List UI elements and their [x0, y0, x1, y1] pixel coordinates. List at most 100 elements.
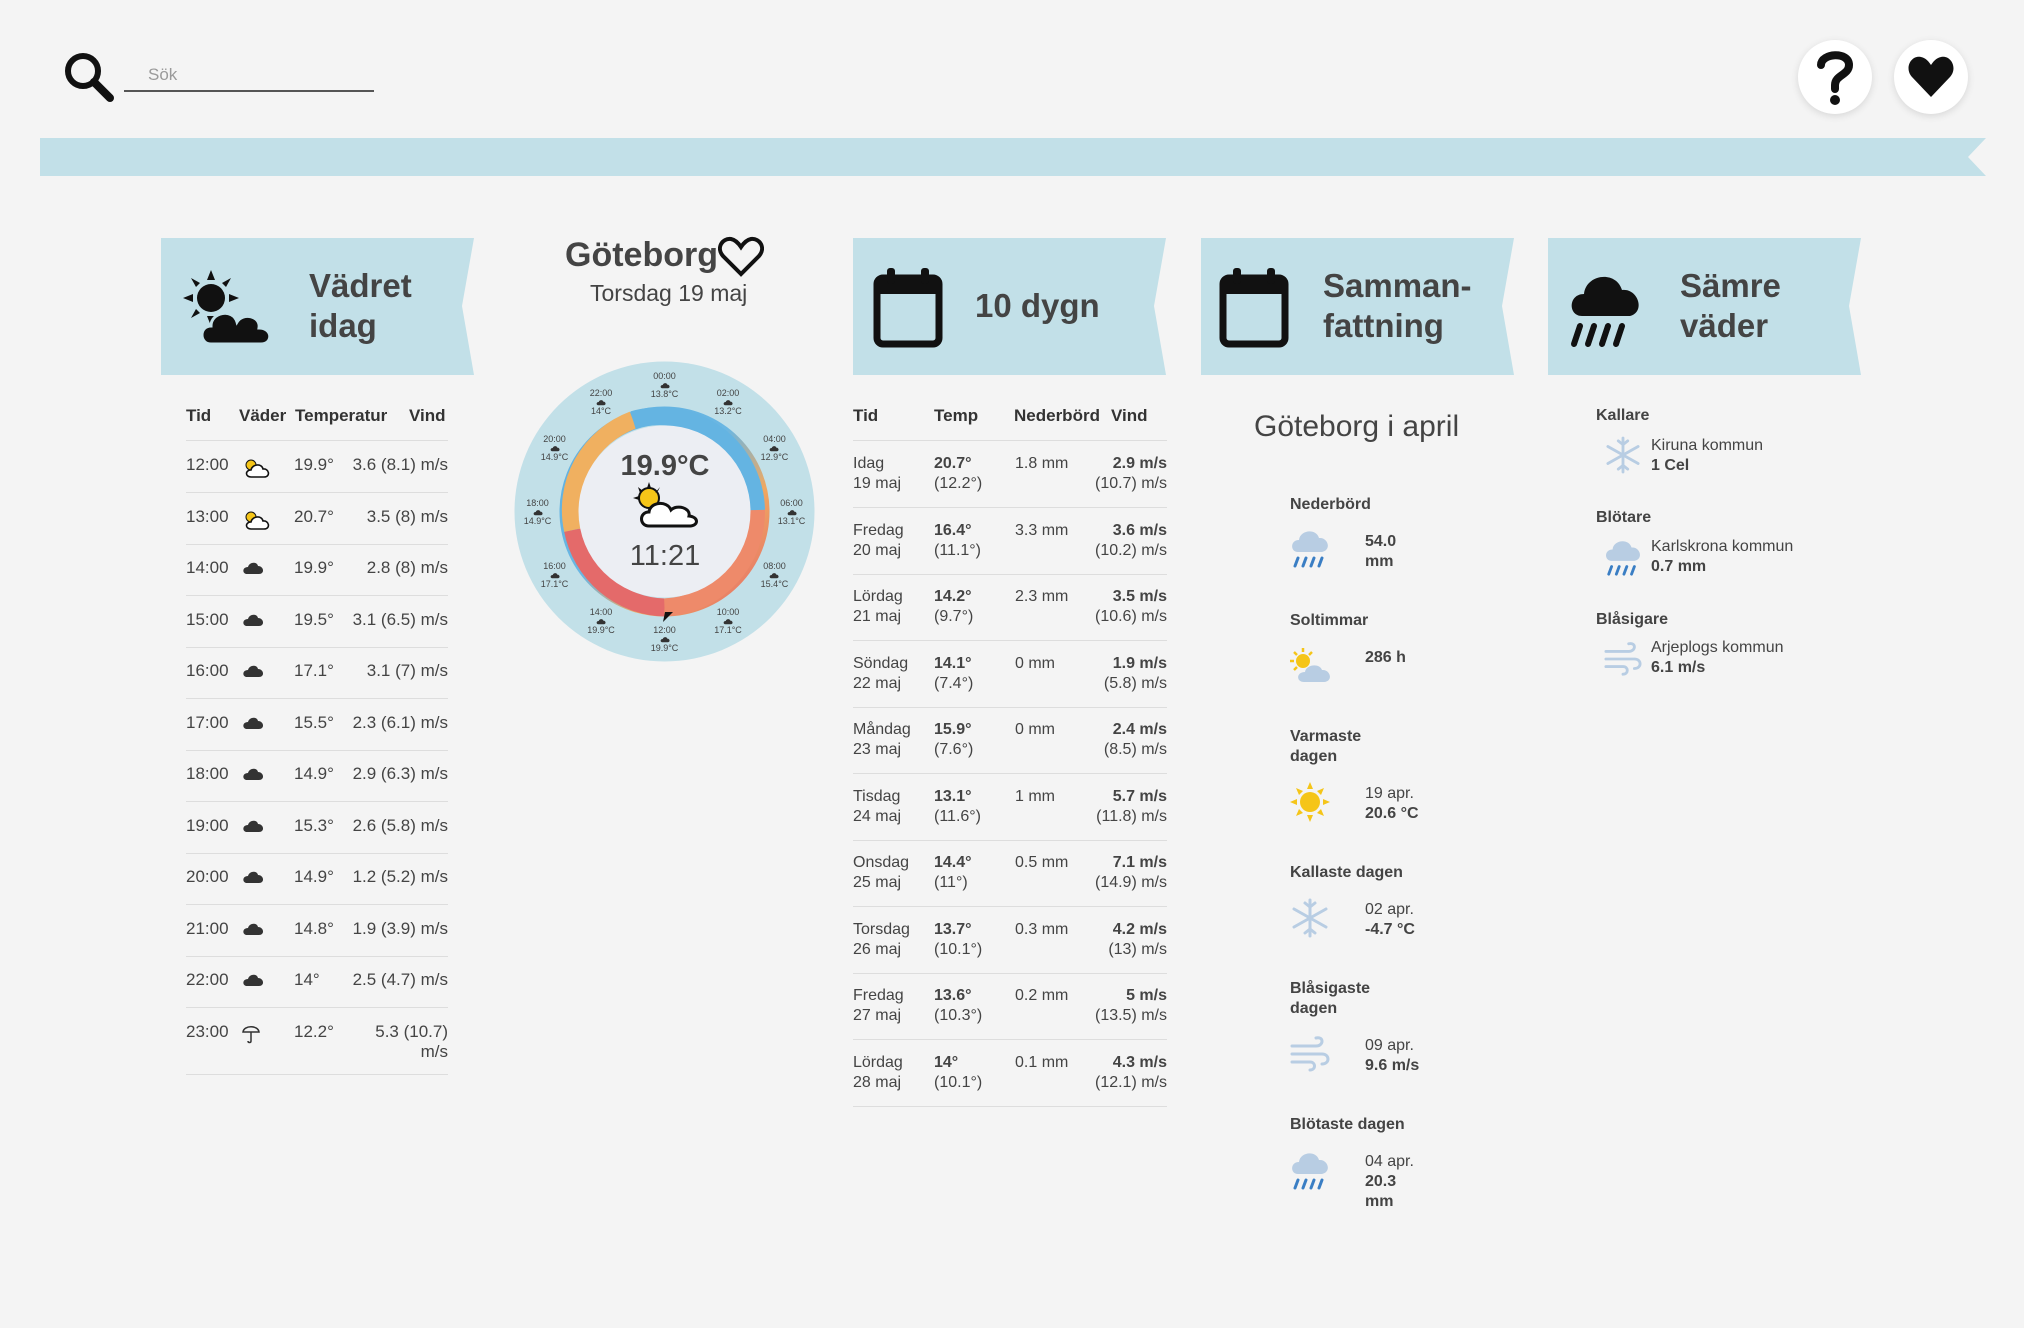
clock-hour-label: 12:00 19.9°C: [645, 625, 685, 653]
day-gust: (10.6) m/s: [1094, 608, 1167, 625]
day-gust: (13.5) m/s: [1094, 1007, 1167, 1024]
day-date: 25 maj: [853, 874, 902, 891]
row-time: 22:00: [186, 970, 229, 989]
day-precip: 0.3 mm: [1015, 920, 1069, 938]
day-date: 28 maj: [853, 1073, 902, 1091]
wettest-value: 20.3: [1365, 1173, 1397, 1190]
cloud-icon: [242, 972, 264, 992]
clock-hour-time: 16:00: [543, 561, 566, 571]
search-input[interactable]: [124, 60, 374, 92]
table-row: 18:00 14.9° 2.9 (6.3) m/s: [186, 750, 448, 802]
day-wind: 3.5 m/s: [1112, 588, 1167, 605]
day-temp: 14.2°: [934, 588, 972, 605]
search-icon[interactable]: [62, 50, 116, 104]
clock-hour-time: 20:00: [543, 434, 566, 444]
row-temp: 17.1°: [294, 661, 334, 680]
day-wind: 5.7 m/s: [1112, 787, 1167, 805]
table-row: 14:00 19.9° 2.8 (8) m/s: [186, 544, 448, 596]
worse-title-line1: Sämre: [1680, 267, 1781, 304]
row-time: 21:00: [186, 918, 229, 938]
ten-col-precip: Nederbörd: [1014, 406, 1100, 425]
day-row[interactable]: Fredag 27 maj 13.6° (10.3°) 0.2 mm 5 m/s (13.5…: [853, 973, 1167, 1040]
today-title-line1: Vädret: [309, 267, 412, 304]
wettest-label: Blötaste dagen: [1290, 1116, 1405, 1133]
help-button[interactable]: [1798, 40, 1872, 114]
day-wind: 1.9 m/s: [1112, 654, 1167, 672]
day-row[interactable]: Söndag 22 maj 14.1° (7.4°) 0 mm 1.9 m/s (5.8) …: [853, 641, 1167, 708]
day-row[interactable]: Fredag 20 maj 16.4° (11.1°) 3.3 mm 3.6 m/s (10…: [853, 508, 1167, 575]
partly-sunny-icon: [242, 457, 270, 484]
clock-hour-label: 06:00 13.1°C: [772, 498, 812, 526]
day-temp-min: (7.4°): [934, 674, 974, 692]
wettest-unit: mm: [1365, 1193, 1394, 1210]
city-name: Göteborg: [565, 236, 718, 274]
day-temp: 14.1°: [934, 654, 972, 672]
snowflake-icon: [1606, 436, 1640, 474]
day-precip: 1 mm: [1015, 787, 1055, 805]
clock-hour-temp: 14°C: [590, 405, 612, 416]
clock-hour-cloud-icon: [581, 398, 621, 406]
col-time: Tid: [186, 406, 212, 425]
day-temp-min: (10.1°): [934, 940, 983, 958]
favorites-button[interactable]: [1894, 40, 1968, 114]
day-name: Onsdag: [853, 854, 910, 871]
day-temp-min: (12.2°): [934, 475, 983, 492]
summary-title-line1: Samman-: [1323, 267, 1472, 304]
day-date: 21 maj: [853, 608, 902, 625]
rain-icon: [1606, 541, 1640, 576]
day-temp-min: (10.3°): [934, 1007, 983, 1024]
day-row[interactable]: Lördag 21 maj 14.2° (9.7°) 2.3 mm 3.5 m/s (10.…: [853, 574, 1167, 641]
rain-icon: [1292, 1153, 1328, 1190]
row-wind: 3.1 (7) m/s: [366, 661, 448, 680]
clock-hour-temp: 14.9°C: [540, 452, 569, 462]
partly-sunny-icon: [1290, 648, 1330, 682]
day-row[interactable]: Måndag 23 maj 15.9° (7.6°) 0 mm 2.4 m/s (8.5) …: [853, 707, 1167, 774]
worse-header: Sämre väder: [1548, 238, 1861, 375]
calendar-icon: [1219, 268, 1289, 348]
umbrella-icon: [242, 1024, 260, 1049]
favorite-city-heart-icon[interactable]: [718, 236, 764, 278]
cloud-icon: [242, 869, 264, 889]
row-time: 18:00: [186, 764, 229, 783]
clock-hour-cloud-icon: [581, 617, 621, 625]
day-name: Fredag: [853, 521, 904, 539]
day-row[interactable]: Idag 19 maj 20.7° (12.2°) 1.8 mm 2.9 m/s (10.7…: [853, 441, 1167, 508]
day-temp: 14.4°: [934, 854, 972, 871]
clock-hour-label: 02:00 13.2°C: [708, 388, 748, 416]
summary-heading: Göteborg i april: [1254, 410, 1460, 443]
day-precip: 2.3 mm: [1015, 588, 1069, 605]
row-wind: 2.6 (5.8) m/s: [352, 815, 448, 835]
ten-days-title: 10 dygn: [975, 287, 1100, 324]
day-name: Söndag: [853, 654, 909, 672]
ten-col-time: Tid: [853, 406, 879, 425]
day-row[interactable]: Onsdag 25 maj 14.4° (11°) 0.5 mm 7.1 m/s (14.9…: [853, 840, 1167, 907]
day-precip: 0 mm: [1015, 654, 1055, 672]
clock-hour-temp: 17.1°C: [714, 625, 742, 636]
table-row: 12:00 19.9° 3.6 (8.1) m/s: [186, 441, 448, 493]
day-wind: 5 m/s: [1126, 987, 1167, 1004]
clock-hour-time: 02:00: [716, 387, 740, 398]
col-wind: Vind: [409, 406, 446, 425]
warmest-label-2: dagen: [1290, 748, 1338, 765]
cloud-icon: [242, 560, 264, 580]
day-row[interactable]: Lördag 28 maj 14° (10.1°) 0.1 mm 4.3 m/s (12.1…: [853, 1040, 1167, 1107]
wind-icon: [1290, 1036, 1330, 1072]
clock-hour-temp: 12.9°C: [760, 452, 789, 462]
wind-icon: [1604, 642, 1642, 676]
colder-value: 1 Cel: [1651, 457, 1690, 474]
warmest-value: 20.6 °C: [1365, 805, 1419, 822]
day-name: Måndag: [853, 721, 911, 738]
snowflake-icon: [1292, 898, 1328, 938]
day-date: 19 maj: [853, 475, 902, 492]
clock-hour-time: 04:00: [763, 434, 786, 444]
day-wind: 4.3 m/s: [1112, 1053, 1167, 1071]
clock-hour-time: 18:00: [526, 497, 549, 508]
day-row[interactable]: Torsdag 26 maj 13.7° (10.1°) 0.3 mm 4.2 m/s (1…: [853, 907, 1167, 974]
row-time: 14:00: [186, 558, 229, 577]
wetter-place: Karlskrona kommun: [1651, 538, 1794, 555]
day-gust: (8.5) m/s: [1103, 741, 1167, 758]
sun-label: Soltimmar: [1290, 612, 1369, 629]
day-wind: 3.6 m/s: [1112, 521, 1167, 539]
row-temp: 15.3°: [294, 815, 334, 835]
day-row[interactable]: Tisdag 24 maj 13.1° (11.6°) 1 mm 5.7 m/s (11.8…: [853, 774, 1167, 841]
